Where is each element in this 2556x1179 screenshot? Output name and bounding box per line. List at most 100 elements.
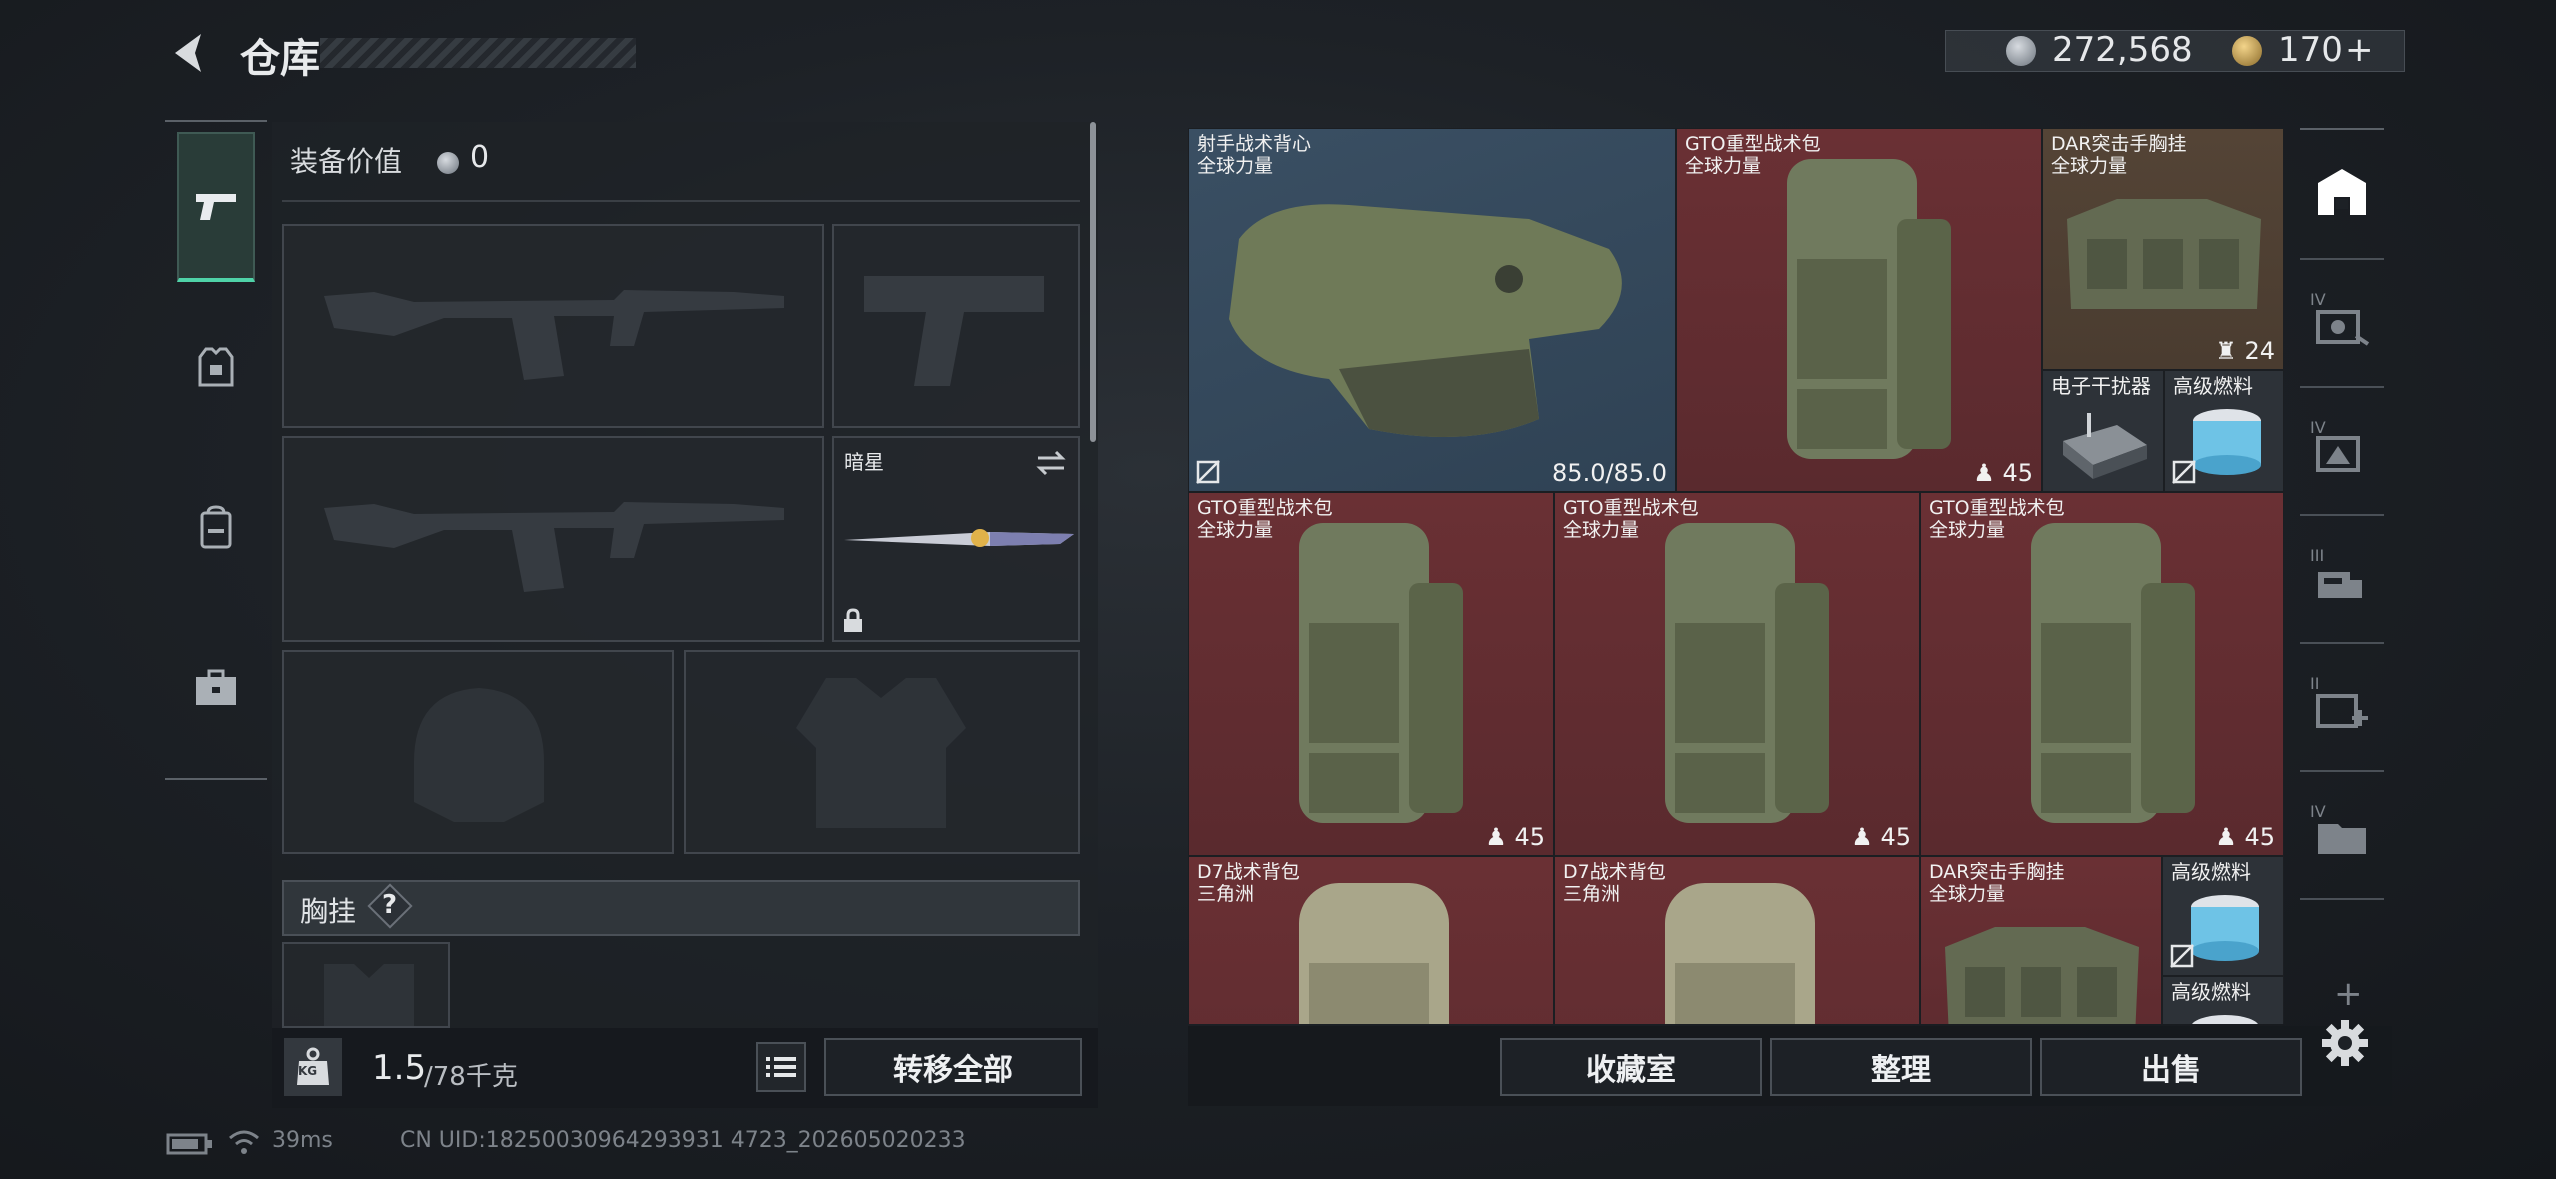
stash-item-marksman-vest[interactable]: 射手战术背心 全球力量 85.0/85.0	[1188, 128, 1676, 492]
no-insurance-icon	[2172, 460, 2196, 484]
silver-coin-icon	[2006, 36, 2036, 66]
equipment-scrollbar[interactable]	[1090, 122, 1096, 442]
page-title: 仓库	[240, 36, 320, 82]
backpack-item-icon	[1665, 523, 1829, 823]
primary-weapon-slot[interactable]	[282, 224, 824, 428]
helmet-slot[interactable]	[282, 650, 674, 854]
stash-tab-icon	[2316, 694, 2368, 728]
pistol-icon	[196, 194, 236, 220]
lock-icon	[844, 608, 862, 632]
sort-button[interactable]: 整理	[1770, 1038, 2032, 1096]
divider	[2300, 770, 2384, 772]
weight-max: /78千克	[424, 1062, 518, 1092]
help-icon[interactable]: ?	[382, 890, 397, 920]
item-name: 高级燃料	[2171, 860, 2251, 884]
backpack-item-icon	[1665, 883, 1815, 1024]
stash-item-d7-bag[interactable]: D7战术背包 三角洲	[1188, 856, 1554, 1024]
chest-rig-slot[interactable]	[282, 942, 450, 1028]
tab-armor[interactable]	[177, 292, 255, 442]
melee-name: 暗星	[844, 450, 884, 474]
stash-item-dar-rig[interactable]: DAR突击手胸挂 全球力量	[1920, 856, 2162, 1024]
premium-amount: 170	[2278, 30, 2343, 70]
briefcase-icon	[196, 669, 236, 705]
tab-backpack[interactable]	[177, 452, 255, 602]
item-count: ♟ 45	[1851, 823, 1911, 851]
stash-item-gto-bag[interactable]: GTO重型战术包 全球力量 ♟ 45	[1676, 128, 2042, 492]
tab-stash-5[interactable]: IV	[2310, 802, 2376, 862]
swap-icon[interactable]	[1034, 448, 1068, 478]
item-count: ♜ 24	[2215, 337, 2275, 365]
stash-grid: 射手战术背心 全球力量 85.0/85.0 GTO重型战术包 全球力量 ♟ 45 D…	[1188, 128, 2284, 1024]
stash-tab-icon	[2318, 572, 2362, 598]
weight-badge-text: KG	[298, 1064, 318, 1078]
divider	[2300, 258, 2384, 260]
no-insurance-icon	[2170, 944, 2194, 968]
durability: 85.0/85.0	[1552, 459, 1667, 487]
stash-item-fuel[interactable]: 高级燃料	[2162, 856, 2284, 976]
divider	[2300, 386, 2384, 388]
stash-item-d7-bag[interactable]: D7战术背包 三角洲	[1554, 856, 1920, 1024]
stash-item-dar-rig[interactable]: DAR突击手胸挂 全球力量 ♜ 24	[2042, 128, 2284, 370]
tab-main-stash[interactable]	[2312, 162, 2372, 222]
stash-tab-icon	[2316, 310, 2370, 346]
stash-item-fuel[interactable]: 高级燃料	[2162, 976, 2284, 1024]
divider	[282, 200, 1080, 202]
stash-icon	[2318, 169, 2366, 215]
item-name: DAR突击手胸挂 全球力量	[2051, 133, 2187, 177]
tab-case[interactable]	[177, 612, 255, 762]
list-icon	[766, 1057, 796, 1077]
equipment-value: 0	[470, 140, 490, 175]
collection-room-button[interactable]: 收藏室	[1500, 1038, 1762, 1096]
wifi-icon	[229, 1130, 259, 1154]
stash-item-gto-bag[interactable]: GTO重型战术包 全球力量 ♟ 45	[1920, 492, 2284, 856]
divider	[2300, 128, 2384, 130]
divider	[2300, 514, 2384, 516]
tab-stash-4[interactable]: II	[2310, 674, 2376, 734]
tab-stash-1[interactable]: IV	[2310, 290, 2376, 350]
no-insurance-icon	[1196, 460, 1220, 484]
gold-coin-icon	[2232, 36, 2262, 66]
rifle-silhouette-icon	[324, 290, 784, 380]
jammer-item-icon	[2063, 413, 2147, 479]
backpack-item-icon	[1299, 883, 1449, 1024]
list-view-button[interactable]	[756, 1042, 806, 1092]
fuel-can-icon	[2193, 409, 2261, 475]
stash-item-gto-bag[interactable]: GTO重型战术包 全球力量 ♟ 45	[1554, 492, 1920, 856]
fuel-can-icon	[2192, 1015, 2258, 1024]
chest-rig-silhouette-icon	[324, 964, 414, 1026]
back-arrow-icon	[175, 34, 201, 72]
stash-tab-icon	[2318, 824, 2366, 854]
stash-item-jammer[interactable]: 电子干扰器	[2042, 370, 2164, 492]
tab-weapons[interactable]	[177, 132, 255, 282]
add-stash-tab-button[interactable]: +	[2334, 974, 2363, 1014]
helmet-silhouette-icon	[414, 688, 544, 822]
chest-rig-label: 胸挂	[300, 895, 357, 928]
armor-icon	[198, 347, 234, 387]
silver-coin-icon	[437, 152, 459, 174]
settings-button[interactable]	[2320, 1018, 2370, 1068]
pistol-silhouette-icon	[864, 276, 1044, 386]
stash-tabs: IV IV III II IV +	[2292, 128, 2392, 1028]
sell-button[interactable]: 出售	[2040, 1038, 2302, 1096]
transfer-all-button[interactable]: 转移全部	[824, 1038, 1082, 1096]
tab-stash-3[interactable]: III	[2310, 546, 2376, 606]
fuel-can-icon	[2191, 895, 2259, 961]
body-armor-slot[interactable]	[684, 650, 1080, 854]
secondary-weapon-slot[interactable]	[832, 224, 1080, 428]
battery-icon	[166, 1133, 212, 1155]
back-button[interactable]	[165, 28, 215, 78]
stash-tab-icon	[2316, 436, 2360, 472]
chest-rig-item-icon	[1945, 927, 2139, 1024]
stash-item-gto-bag[interactable]: GTO重型战术包 全球力量 ♟ 45	[1188, 492, 1554, 856]
add-premium-button[interactable]: +	[2345, 30, 2374, 70]
tab-stash-2[interactable]: IV	[2310, 418, 2376, 478]
item-name: 射手战术背心 全球力量	[1197, 133, 1312, 177]
knife-item-icon	[844, 529, 1074, 547]
item-name: DAR突击手胸挂 全球力量	[1929, 861, 2065, 905]
backpack-item-icon	[1299, 523, 1463, 823]
melee-slot[interactable]: 暗星	[832, 436, 1080, 642]
stash-item-fuel[interactable]: 高级燃料	[2164, 370, 2284, 492]
title-decoration	[320, 38, 636, 68]
secondary-primary-slot[interactable]	[282, 436, 824, 642]
backpack-icon	[200, 505, 232, 549]
